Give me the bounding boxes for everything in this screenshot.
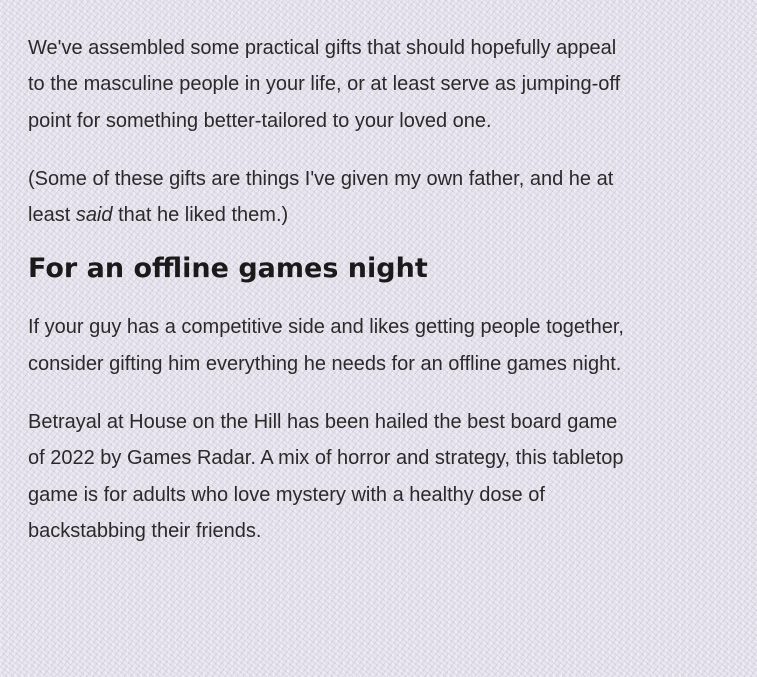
games-night-paragraph: If your guy has a competitive side and l… (28, 316, 624, 375)
emphasis-said: said (75, 204, 113, 227)
parenthetical-text-end: that he liked them.) (112, 204, 289, 227)
section-heading: For an offline games night (28, 253, 428, 285)
intro-paragraph: We've assembled some practical gifts tha… (28, 37, 621, 132)
article-body: We've assembled some practical gifts tha… (28, 30, 628, 549)
betrayal-paragraph: Betrayal at House on the Hill has been h… (28, 411, 624, 542)
parenthetical-paragraph: (Some of these gifts are things I've giv… (28, 161, 628, 234)
